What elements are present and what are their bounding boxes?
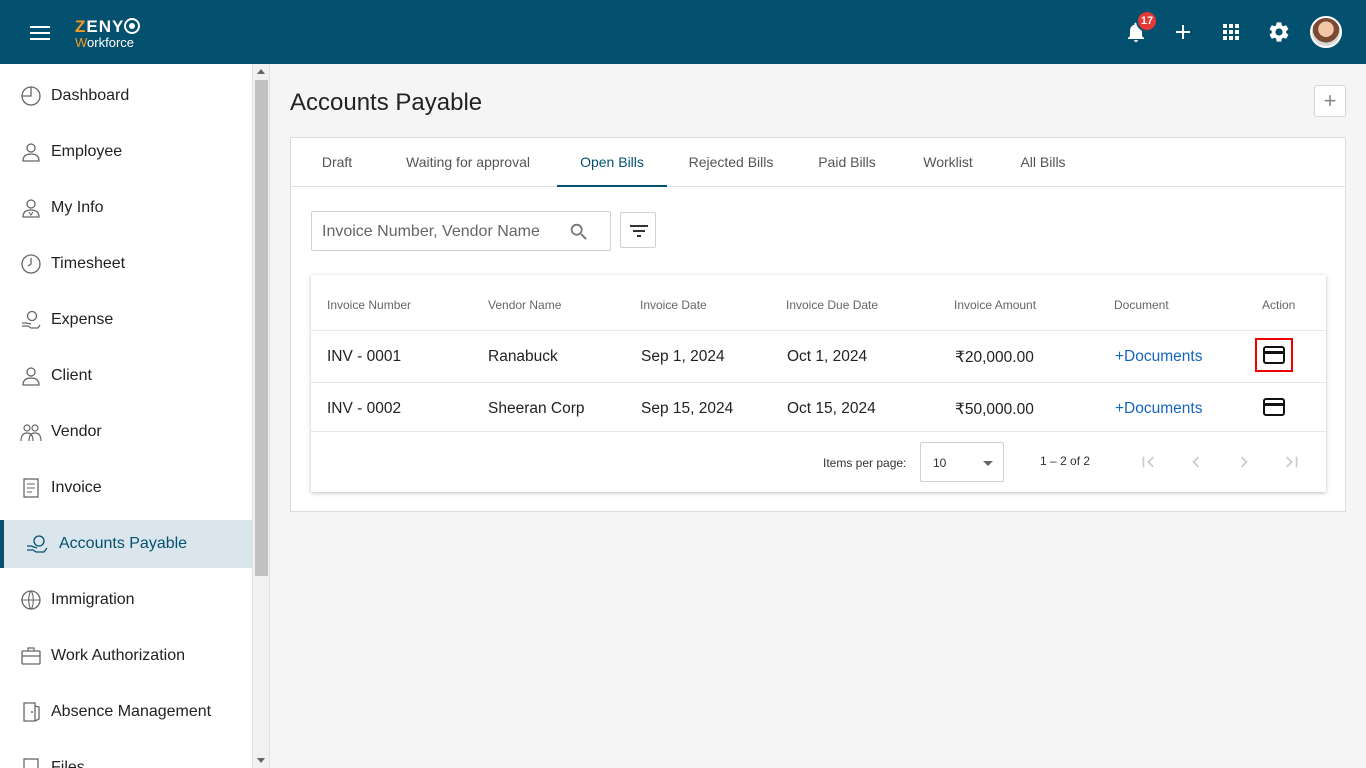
items-per-page-label: Items per page: (823, 456, 907, 470)
sidebar-item-immigration[interactable]: Immigration (0, 576, 252, 624)
add-documents-link[interactable]: +Documents (1115, 348, 1202, 366)
tab-paid-bills[interactable]: Paid Bills (807, 138, 887, 187)
scroll-down-arrow-icon[interactable] (257, 758, 265, 763)
dashboard-icon (20, 85, 42, 107)
clock-icon (20, 253, 42, 275)
briefcase-icon (20, 645, 42, 667)
notifications-bell-icon[interactable]: 17 (1124, 10, 1158, 44)
client-icon (20, 365, 42, 387)
table-row[interactable]: INV - 0002 Sheeran Corp Sep 15, 2024 Oct… (311, 382, 1326, 434)
sidebar-item-employee[interactable]: Employee (0, 128, 252, 176)
sidebar-item-accounts-payable[interactable]: Accounts Payable (0, 520, 252, 568)
payment-card-icon[interactable] (1262, 397, 1286, 417)
page-range-label: 1 – 2 of 2 (1040, 454, 1091, 468)
add-bill-button[interactable]: + (1314, 85, 1346, 117)
search-input[interactable] (322, 221, 562, 243)
sidebar-item-work-authorization[interactable]: Work Authorization (0, 632, 252, 680)
filter-icon (627, 219, 651, 243)
menu-icon[interactable] (30, 26, 50, 40)
sidebar-item-files[interactable]: Files (0, 744, 252, 768)
bills-panel: Draft Waiting for approval Open Bills Re… (290, 137, 1346, 512)
paginator: Items per page: 10 1 – 2 of 2 (311, 431, 1326, 492)
invoice-date-cell: Sep 1, 2024 (641, 348, 725, 365)
bill-status-tabs: Draft Waiting for approval Open Bills Re… (291, 138, 1345, 187)
sidebar-item-expense[interactable]: Expense (0, 296, 252, 344)
search-icon[interactable] (568, 221, 590, 243)
amount-cell: ₹50,000.00 (955, 401, 1034, 418)
column-header-action: Action (1262, 298, 1296, 312)
user-avatar[interactable] (1310, 16, 1342, 48)
sidebar-item-vendor[interactable]: Vendor (0, 408, 252, 456)
next-page-icon[interactable] (1233, 451, 1255, 473)
table-row[interactable]: INV - 0001 Ranabuck Sep 1, 2024 Oct 1, 2… (311, 330, 1326, 382)
sidebar-item-timesheet[interactable]: Timesheet (0, 240, 252, 288)
tab-all-bills[interactable]: All Bills (1009, 138, 1077, 187)
filter-button[interactable] (620, 212, 656, 248)
top-app-bar: ZENY Workforce 17 (0, 0, 1366, 64)
invoice-date-cell: Sep 15, 2024 (641, 400, 734, 417)
add-icon[interactable] (1171, 20, 1195, 44)
door-icon (20, 701, 42, 723)
tab-worklist[interactable]: Worklist (911, 138, 985, 187)
vendor-name-cell: Ranabuck (488, 348, 558, 365)
scrollbar-thumb[interactable] (255, 80, 268, 576)
invoice-icon (20, 477, 42, 499)
app-logo[interactable]: ZENY Workforce (75, 18, 141, 49)
apps-grid-icon[interactable] (1219, 20, 1243, 44)
sidebar-item-my-info[interactable]: My Info (0, 184, 252, 232)
column-header-invoice-number[interactable]: Invoice Number (327, 298, 411, 312)
last-page-icon[interactable] (1281, 451, 1303, 473)
search-box (311, 211, 611, 251)
employee-icon (20, 141, 42, 163)
accounts-payable-icon (26, 533, 48, 555)
sidebar-item-absence-management[interactable]: Absence Management (0, 688, 252, 736)
column-header-invoice-amount[interactable]: Invoice Amount (954, 298, 1036, 312)
column-header-vendor-name[interactable]: Vendor Name (488, 298, 561, 312)
sidebar-item-invoice[interactable]: Invoice (0, 464, 252, 512)
tab-rejected-bills[interactable]: Rejected Bills (679, 138, 783, 187)
column-header-invoice-date[interactable]: Invoice Date (640, 298, 707, 312)
invoice-number-cell: INV - 0002 (327, 400, 402, 417)
expense-icon (20, 309, 42, 331)
sidebar-nav: Dashboard Employee My Info Timesheet Exp… (0, 64, 253, 768)
files-icon (20, 757, 42, 768)
dropdown-caret-icon (983, 461, 993, 466)
add-documents-link[interactable]: +Documents (1115, 400, 1202, 418)
previous-page-icon[interactable] (1185, 451, 1207, 473)
tab-draft[interactable]: Draft (301, 138, 373, 187)
my-info-icon (20, 197, 42, 219)
column-header-document: Document (1114, 298, 1169, 312)
sidebar-scrollbar[interactable] (253, 64, 270, 768)
page-title: Accounts Payable (290, 89, 483, 116)
first-page-icon[interactable] (1137, 451, 1159, 473)
amount-cell: ₹20,000.00 (955, 349, 1034, 366)
scroll-up-arrow-icon[interactable] (257, 69, 265, 74)
globe-icon (20, 589, 42, 611)
notification-count-badge: 17 (1136, 10, 1158, 32)
settings-gear-icon[interactable] (1267, 20, 1291, 44)
vendor-name-cell: Sheeran Corp (488, 400, 585, 417)
tab-open-bills[interactable]: Open Bills (557, 138, 667, 187)
sidebar-item-client[interactable]: Client (0, 352, 252, 400)
column-header-invoice-due-date[interactable]: Invoice Due Date (786, 298, 878, 312)
due-date-cell: Oct 15, 2024 (787, 400, 876, 417)
due-date-cell: Oct 1, 2024 (787, 348, 868, 365)
bills-table: Invoice Number Vendor Name Invoice Date … (311, 275, 1326, 492)
items-per-page-select[interactable]: 10 (920, 442, 1004, 482)
vendor-icon (20, 421, 42, 443)
tab-waiting-for-approval[interactable]: Waiting for approval (389, 138, 547, 187)
invoice-number-cell: INV - 0001 (327, 348, 402, 365)
sidebar-item-dashboard[interactable]: Dashboard (0, 72, 252, 120)
payment-card-icon[interactable] (1255, 338, 1293, 372)
